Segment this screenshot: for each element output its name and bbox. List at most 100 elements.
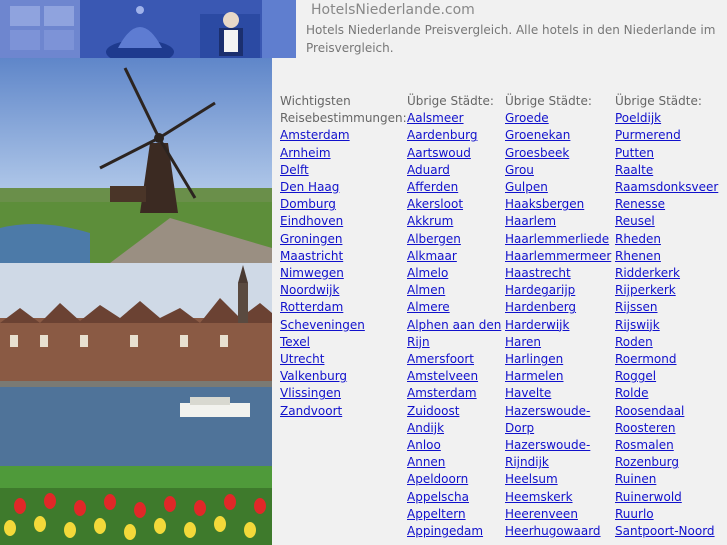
city-link[interactable]: Santpoort-Noord	[615, 523, 718, 540]
city-link[interactable]: Vlissingen	[280, 385, 407, 402]
city-link[interactable]: Aalsmeer	[407, 110, 501, 127]
city-link[interactable]: Heemskerk	[505, 489, 611, 506]
city-link[interactable]: Eindhoven	[280, 213, 407, 230]
city-link[interactable]: Rolde	[615, 385, 718, 402]
city-link[interactable]: Delft	[280, 162, 407, 179]
city-link[interactable]: Haarlemmerliede	[505, 231, 611, 248]
city-link[interactable]: Rheden	[615, 231, 718, 248]
city-link[interactable]: Apeldoorn	[407, 471, 501, 488]
column-other-cities-b: Übrige Städte: Groede Groenekan Groesbee…	[505, 93, 611, 540]
city-link[interactable]: Hazerswoude-	[505, 437, 611, 454]
city-link[interactable]: Aartswoud	[407, 145, 501, 162]
city-link[interactable]: Roden	[615, 334, 718, 351]
city-link[interactable]: Hazerswoude-	[505, 403, 611, 420]
city-link[interactable]: Amsterdam	[407, 385, 501, 402]
city-link[interactable]: Roosteren	[615, 420, 718, 437]
city-link[interactable]: Rozenburg	[615, 454, 718, 471]
hotel-reception-banner-image	[0, 0, 296, 58]
city-link[interactable]: Aduard	[407, 162, 501, 179]
city-link[interactable]: Heerenveen	[505, 506, 611, 523]
city-link[interactable]: Scheveningen	[280, 317, 407, 334]
city-link[interactable]: Purmerend	[615, 127, 718, 144]
city-link[interactable]: Albergen	[407, 231, 501, 248]
city-link[interactable]: Rijperkerk	[615, 282, 718, 299]
city-link[interactable]: Haaksbergen	[505, 196, 611, 213]
city-link[interactable]: Heelsum	[505, 471, 611, 488]
city-link[interactable]: Gulpen	[505, 179, 611, 196]
city-link[interactable]: Putten	[615, 145, 718, 162]
city-link[interactable]: Appeltern	[407, 506, 501, 523]
city-link[interactable]: Ruurlo	[615, 506, 718, 523]
city-link[interactable]: Arnheim	[280, 145, 407, 162]
city-link[interactable]: Groesbeek	[505, 145, 611, 162]
city-link[interactable]: Groningen	[280, 231, 407, 248]
city-link[interactable]: Ruinerwold	[615, 489, 718, 506]
city-link[interactable]: Akkrum	[407, 213, 501, 230]
city-link[interactable]: Afferden	[407, 179, 501, 196]
canal-city-photo	[0, 263, 272, 466]
city-link[interactable]: Rosmalen	[615, 437, 718, 454]
city-link[interactable]: Valkenburg	[280, 368, 407, 385]
city-link[interactable]: Raamsdonksveer	[615, 179, 718, 196]
city-link[interactable]: Almelo	[407, 265, 501, 282]
city-link[interactable]: Rijswijk	[615, 317, 718, 334]
city-link[interactable]: Roggel	[615, 368, 718, 385]
city-link[interactable]: Harderwijk	[505, 317, 611, 334]
column-other-cities-a: Übrige Städte: Aalsmeer Aardenburg Aarts…	[407, 93, 501, 540]
city-link[interactable]: Haren	[505, 334, 611, 351]
city-link[interactable]: Roosendaal	[615, 403, 718, 420]
city-link[interactable]: Grou	[505, 162, 611, 179]
city-link[interactable]: Renesse	[615, 196, 718, 213]
city-link[interactable]: Texel	[280, 334, 407, 351]
city-link[interactable]: Groede	[505, 110, 611, 127]
city-link[interactable]: Almen	[407, 282, 501, 299]
city-link[interactable]: Haarlemmermeer	[505, 248, 611, 265]
city-link[interactable]: Maastricht	[280, 248, 407, 265]
city-link[interactable]: Rijn	[407, 334, 501, 351]
city-link[interactable]: Akersloot	[407, 196, 501, 213]
city-link[interactable]: Noordwijk	[280, 282, 407, 299]
city-link[interactable]: Rijssen	[615, 299, 718, 316]
city-link[interactable]: Ridderkerk	[615, 265, 718, 282]
city-link[interactable]: Amstelveen	[407, 368, 501, 385]
city-link[interactable]: Hardenberg	[505, 299, 611, 316]
city-link[interactable]: Den Haag	[280, 179, 407, 196]
city-link[interactable]: Appelscha	[407, 489, 501, 506]
city-link[interactable]: Aardenburg	[407, 127, 501, 144]
city-link[interactable]: Harmelen	[505, 368, 611, 385]
city-link[interactable]: Harlingen	[505, 351, 611, 368]
city-link[interactable]: Alkmaar	[407, 248, 501, 265]
city-link[interactable]: Amersfoort	[407, 351, 501, 368]
city-link[interactable]: Nimwegen	[280, 265, 407, 282]
city-link[interactable]: Utrecht	[280, 351, 407, 368]
city-link[interactable]: Haarlem	[505, 213, 611, 230]
city-link[interactable]: Roermond	[615, 351, 718, 368]
column-heading: Wichtigsten	[280, 94, 351, 108]
city-link[interactable]: Alphen aan den	[407, 317, 501, 334]
windmill-photo	[0, 58, 272, 263]
city-link[interactable]: Rhenen	[615, 248, 718, 265]
city-link[interactable]: Hardegarijp	[505, 282, 611, 299]
city-link[interactable]: Zuidoost	[407, 403, 501, 420]
city-link[interactable]: Rotterdam	[280, 299, 407, 316]
city-link[interactable]: Dorp	[505, 420, 611, 437]
city-link[interactable]: Ruinen	[615, 471, 718, 488]
city-link[interactable]: Andijk	[407, 420, 501, 437]
column-heading: Übrige Städte:	[505, 94, 592, 108]
city-link[interactable]: Rijndijk	[505, 454, 611, 471]
city-link[interactable]: Havelte	[505, 385, 611, 402]
city-link[interactable]: Domburg	[280, 196, 407, 213]
city-link[interactable]: Annen	[407, 454, 501, 471]
city-link[interactable]: Anloo	[407, 437, 501, 454]
city-link[interactable]: Almere	[407, 299, 501, 316]
city-link[interactable]: Heerhugowaard	[505, 523, 611, 540]
city-link[interactable]: Raalte	[615, 162, 718, 179]
city-link[interactable]: Appingedam	[407, 523, 501, 540]
city-link[interactable]: Amsterdam	[280, 127, 407, 144]
city-link[interactable]: Zandvoort	[280, 403, 407, 420]
city-link[interactable]: Reusel	[615, 213, 718, 230]
city-link[interactable]: Poeldijk	[615, 110, 718, 127]
column-other-cities-c: Übrige Städte: Poeldijk Purmerend Putten…	[615, 93, 718, 540]
city-link[interactable]: Groenekan	[505, 127, 611, 144]
city-link[interactable]: Haastrecht	[505, 265, 611, 282]
